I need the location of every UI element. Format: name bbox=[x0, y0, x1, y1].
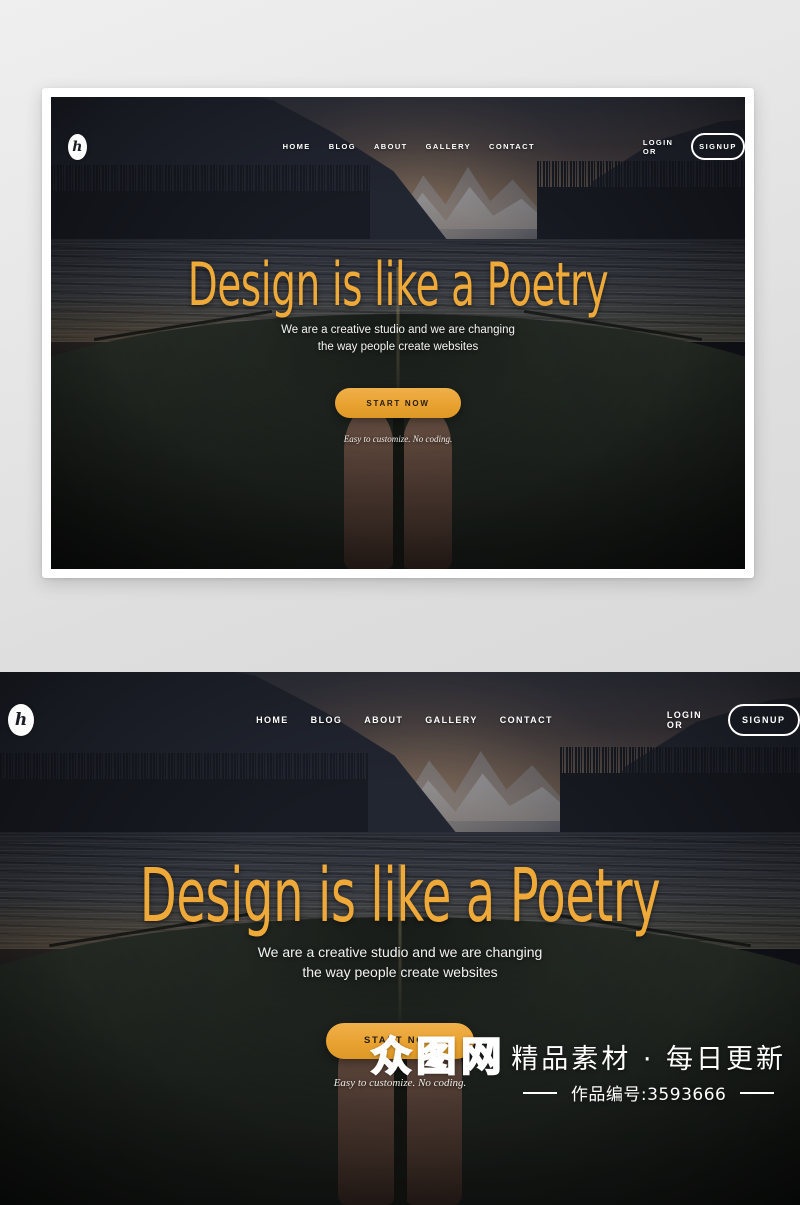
watermark-rule-left bbox=[522, 1091, 557, 1094]
hero-section-bottom: h HOME BLOG ABOUT GALLERY CONTACT LOGIN … bbox=[0, 672, 800, 1205]
hero-section-top: h HOME BLOG ABOUT GALLERY CONTACT LOGIN … bbox=[51, 97, 745, 569]
nav-link-gallery[interactable]: GALLERY bbox=[426, 142, 471, 151]
nav-link-about[interactable]: ABOUT bbox=[364, 715, 403, 725]
logo-letter: h bbox=[14, 710, 28, 730]
signup-label: SIGNUP bbox=[742, 715, 786, 725]
watermark-tagline: 精品素材 · 每日更新 bbox=[511, 1044, 786, 1075]
hero-note: Easy to customize. No coding. bbox=[343, 434, 453, 445]
signup-button[interactable]: SIGNUP bbox=[690, 133, 745, 160]
browser-mockup-card: h HOME BLOG ABOUT GALLERY CONTACT LOGIN … bbox=[42, 88, 754, 578]
nav-link-about[interactable]: ABOUT bbox=[374, 142, 408, 151]
nav-link-blog[interactable]: BLOG bbox=[329, 142, 356, 151]
nav-link-blog[interactable]: BLOG bbox=[311, 715, 343, 725]
nav-links: HOME BLOG ABOUT GALLERY CONTACT bbox=[283, 142, 535, 151]
watermark-glyph-2: 图 bbox=[415, 1034, 457, 1080]
logo-letter: h bbox=[72, 138, 83, 155]
nav-link-contact[interactable]: CONTACT bbox=[500, 715, 553, 725]
login-link[interactable]: LOGIN OR bbox=[643, 138, 677, 156]
top-backdrop: h HOME BLOG ABOUT GALLERY CONTACT LOGIN … bbox=[0, 0, 800, 672]
logo[interactable]: h bbox=[68, 133, 87, 160]
hero-content-top: Design is like a Poetry We are a creativ… bbox=[51, 255, 745, 444]
signup-button[interactable]: SIGNUP bbox=[727, 704, 800, 736]
hero-subtitle-line1: We are a creative studio and we are chan… bbox=[281, 324, 515, 336]
logo[interactable]: h bbox=[8, 704, 35, 736]
signup-label: SIGNUP bbox=[699, 142, 737, 151]
hero-subtitle-line1: We are a creative studio and we are chan… bbox=[257, 944, 543, 960]
nav-link-contact[interactable]: CONTACT bbox=[489, 142, 535, 151]
mockup-page: h HOME BLOG ABOUT GALLERY CONTACT LOGIN … bbox=[0, 0, 800, 1205]
bottom-banner: h HOME BLOG ABOUT GALLERY CONTACT LOGIN … bbox=[0, 672, 800, 1205]
hero-subtitle: We are a creative studio and we are chan… bbox=[51, 322, 745, 355]
watermark-code: 作品编号:3593666 bbox=[570, 1085, 727, 1105]
login-link[interactable]: LOGIN OR bbox=[667, 710, 712, 730]
hero-subtitle: We are a creative studio and we are chan… bbox=[0, 942, 800, 983]
start-now-button[interactable]: START NOW bbox=[335, 388, 461, 419]
nav-links: HOME BLOG ABOUT GALLERY CONTACT bbox=[256, 715, 553, 725]
hero-headline: Design is like a Poetry bbox=[139, 853, 661, 939]
navbar-bottom: h HOME BLOG ABOUT GALLERY CONTACT LOGIN … bbox=[0, 704, 800, 736]
watermark-text: 精品素材 · 每日更新 作品编号:3593666 bbox=[511, 1037, 786, 1105]
watermark-rule-right bbox=[740, 1091, 775, 1094]
nav-link-home[interactable]: HOME bbox=[283, 142, 311, 151]
hero-subtitle-line2: the way people create websites bbox=[302, 964, 498, 981]
start-now-label: START NOW bbox=[366, 398, 430, 408]
hero-headline: Design is like a Poetry bbox=[187, 250, 609, 320]
stock-site-watermark: 众 图 网 精品素材 · 每日更新 作品编号:3593666 bbox=[370, 1034, 786, 1105]
hero-subtitle-line2: the way people create websites bbox=[317, 340, 479, 353]
watermark-glyph-1: 众 bbox=[370, 1034, 412, 1080]
watermark-glyph-3: 网 bbox=[460, 1034, 502, 1080]
nav-link-gallery[interactable]: GALLERY bbox=[425, 715, 477, 725]
watermark-logo: 众 图 网 bbox=[370, 1034, 502, 1080]
navbar-top: h HOME BLOG ABOUT GALLERY CONTACT LOGIN … bbox=[51, 133, 745, 160]
watermark-code-row: 作品编号:3593666 bbox=[511, 1080, 786, 1105]
nav-link-home[interactable]: HOME bbox=[256, 715, 289, 725]
